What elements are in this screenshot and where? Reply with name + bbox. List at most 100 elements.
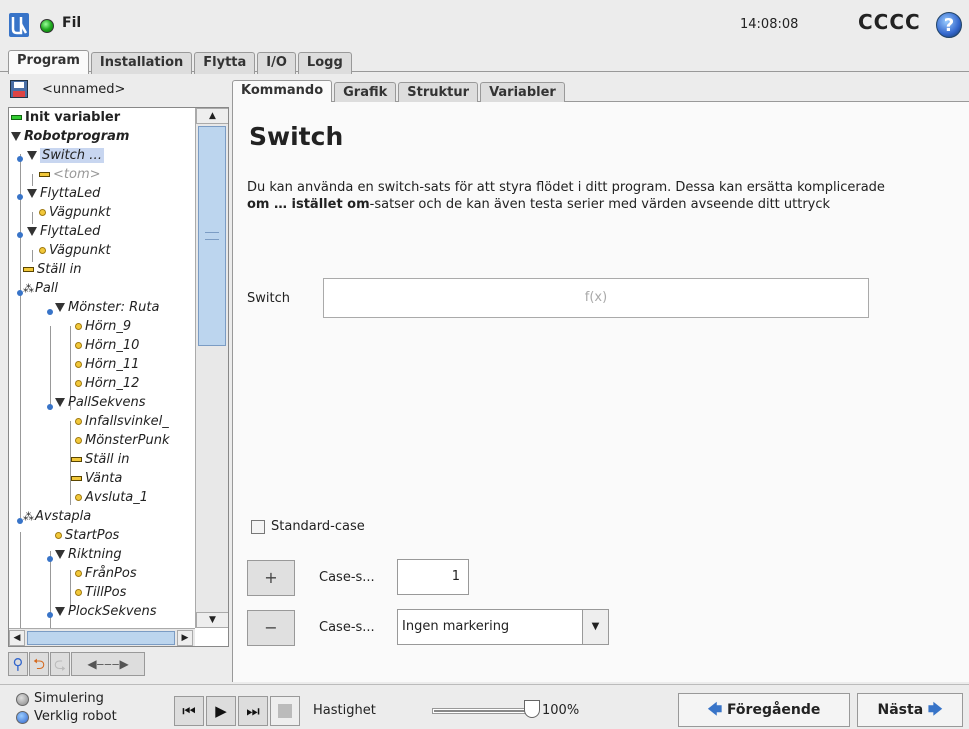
tree-node[interactable]: Riktning — [55, 545, 122, 564]
scroll-up-icon[interactable]: ▲ — [196, 108, 228, 124]
speed-slider-handle[interactable] — [524, 700, 540, 718]
expanded-triangle-icon — [55, 607, 65, 616]
description-text: -satser och de kan även testa serier med… — [369, 197, 831, 212]
default-case-label: Standard-case — [271, 519, 365, 534]
waypoint-icon — [39, 209, 46, 216]
search-icon[interactable]: ⚲ — [8, 652, 28, 676]
tree-node[interactable]: Hörn_12 — [75, 374, 139, 393]
expanded-triangle-icon — [11, 132, 21, 141]
add-case-button[interactable]: + — [247, 560, 295, 596]
waypoint-icon — [75, 570, 82, 577]
scroll-down-icon[interactable]: ▼ — [196, 612, 228, 628]
tree-node[interactable]: ⁂ Avstapla — [23, 507, 91, 526]
tree-node[interactable]: MönsterPunk — [75, 431, 169, 450]
tree-horizontal-scrollbar[interactable]: ◀ ▶ — [9, 628, 195, 646]
waypoint-icon — [75, 494, 82, 501]
tree-toolbar: ⚲ ⮌ ⮎ ◀‒‒‒▶ — [8, 652, 146, 678]
undo-icon[interactable]: ⮌ — [29, 652, 49, 676]
play-button[interactable]: ▶ — [206, 696, 236, 726]
tree-node[interactable]: PlockSekvens — [55, 602, 157, 621]
tree-node[interactable]: FrånPos — [75, 564, 137, 583]
tree-node[interactable]: Hörn_9 — [75, 317, 131, 336]
speed-slider[interactable] — [432, 708, 532, 714]
set-icon — [71, 457, 82, 462]
tree-node[interactable]: Vägpunkt — [39, 203, 111, 222]
tree-node[interactable]: Init variabler — [11, 108, 120, 127]
tree-node[interactable]: Ställ in — [71, 450, 130, 469]
tree-node[interactable]: Hörn_10 — [75, 336, 139, 355]
tree-node[interactable]: Hörn_11 — [75, 355, 139, 374]
scroll-thumb[interactable] — [198, 126, 226, 346]
tree-node[interactable]: ⁂ Pall — [23, 279, 58, 298]
tree-node[interactable]: Robotprogram — [11, 127, 129, 146]
arrow-left-icon: 🡄 — [707, 702, 723, 718]
speed-value: 100% — [542, 703, 580, 718]
default-case-checkbox[interactable]: Standard-case — [251, 519, 365, 534]
tab-io[interactable]: I/O — [257, 52, 296, 74]
case-select-dropdown[interactable]: Ingen markering ▼ — [397, 609, 609, 645]
tab-installation[interactable]: Installation — [90, 52, 193, 74]
sub-tabs: Kommando Grafik Struktur Variabler — [232, 80, 567, 104]
tab-log[interactable]: Logg — [297, 52, 352, 74]
tree-node[interactable]: Avsluta_1 — [75, 488, 148, 507]
next-label: Nästa — [877, 702, 924, 718]
tree-node[interactable]: PallSekvens — [55, 393, 146, 412]
clock: 14:08:08 — [740, 17, 799, 32]
skip-to-start-button[interactable]: ⏮ — [174, 696, 204, 726]
skip-to-end-button[interactable]: ⏭ — [238, 696, 268, 726]
waypoint-icon — [75, 589, 82, 596]
file-menu[interactable]: Fil — [62, 15, 81, 31]
previous-button[interactable]: 🡄 Föregående — [678, 693, 850, 727]
robot-name: CCCC — [858, 10, 921, 34]
scroll-right-icon[interactable]: ▶ — [177, 630, 193, 646]
description-bold: om … istället om — [247, 197, 370, 212]
case-number-input[interactable]: 1 — [397, 559, 469, 595]
tree-node[interactable]: StartPos — [55, 526, 119, 545]
robot-status-icon — [40, 19, 54, 33]
tree-vertical-scrollbar[interactable]: ▲ ▼ — [195, 108, 228, 628]
switch-label: Switch — [247, 291, 290, 306]
tab-command[interactable]: Kommando — [232, 80, 333, 104]
tree-node[interactable]: <tom> — [39, 165, 101, 184]
move-icon[interactable]: ◀‒‒‒▶ — [71, 652, 145, 676]
tree-node[interactable]: FlyttaLed — [27, 222, 100, 241]
tab-structure[interactable]: Struktur — [398, 82, 479, 104]
expanded-triangle-icon — [55, 550, 65, 559]
save-icon[interactable] — [10, 80, 28, 98]
expanded-triangle-icon — [55, 398, 65, 407]
tree-node[interactable]: Vänta — [71, 469, 122, 488]
tree-node[interactable]: Ställ in — [23, 260, 82, 279]
program-tree: Init variabler Robotprogram Switch … <to… — [8, 107, 229, 647]
tree-node[interactable]: Vägpunkt — [39, 241, 111, 260]
wait-icon — [71, 476, 82, 481]
next-button[interactable]: Nästa 🡆 — [857, 693, 963, 727]
scroll-left-icon[interactable]: ◀ — [9, 630, 25, 646]
checkbox-box[interactable] — [251, 519, 265, 534]
tab-variables[interactable]: Variabler — [480, 82, 565, 104]
scroll-thumb[interactable] — [27, 631, 175, 645]
tab-graphics[interactable]: Grafik — [334, 82, 397, 104]
tree-node-selected[interactable]: Switch … — [27, 146, 105, 165]
switch-expression-field[interactable]: f(x) — [323, 278, 869, 318]
speed-label: Hastighet — [313, 703, 376, 718]
redo-icon[interactable]: ⮎ — [50, 652, 70, 676]
waypoint-icon — [75, 323, 82, 330]
chevron-down-icon[interactable]: ▼ — [582, 610, 608, 644]
command-panel: Switch Du kan använda en switch-sats för… — [232, 102, 969, 682]
stop-button[interactable] — [270, 696, 300, 726]
real-robot-radio[interactable] — [16, 711, 29, 724]
tab-program[interactable]: Program — [8, 50, 89, 74]
tree-node[interactable]: Mönster: Ruta — [55, 298, 159, 317]
tree-node[interactable]: FlyttaLed — [27, 184, 100, 203]
tree-node[interactable]: Infallsvinkel_ — [75, 412, 169, 431]
program-tree-content: Init variabler Robotprogram Switch … <to… — [9, 108, 195, 628]
remove-case-label: Case-s... — [319, 620, 375, 635]
waypoint-icon — [75, 380, 82, 387]
simulation-radio[interactable] — [16, 693, 29, 706]
tab-move[interactable]: Flytta — [194, 52, 256, 74]
remove-case-button[interactable]: − — [247, 610, 295, 646]
program-name: <unnamed> — [42, 82, 126, 97]
previous-label: Föregående — [726, 702, 821, 718]
tree-node[interactable]: TillPos — [75, 583, 126, 602]
help-icon[interactable]: ? — [936, 12, 962, 38]
